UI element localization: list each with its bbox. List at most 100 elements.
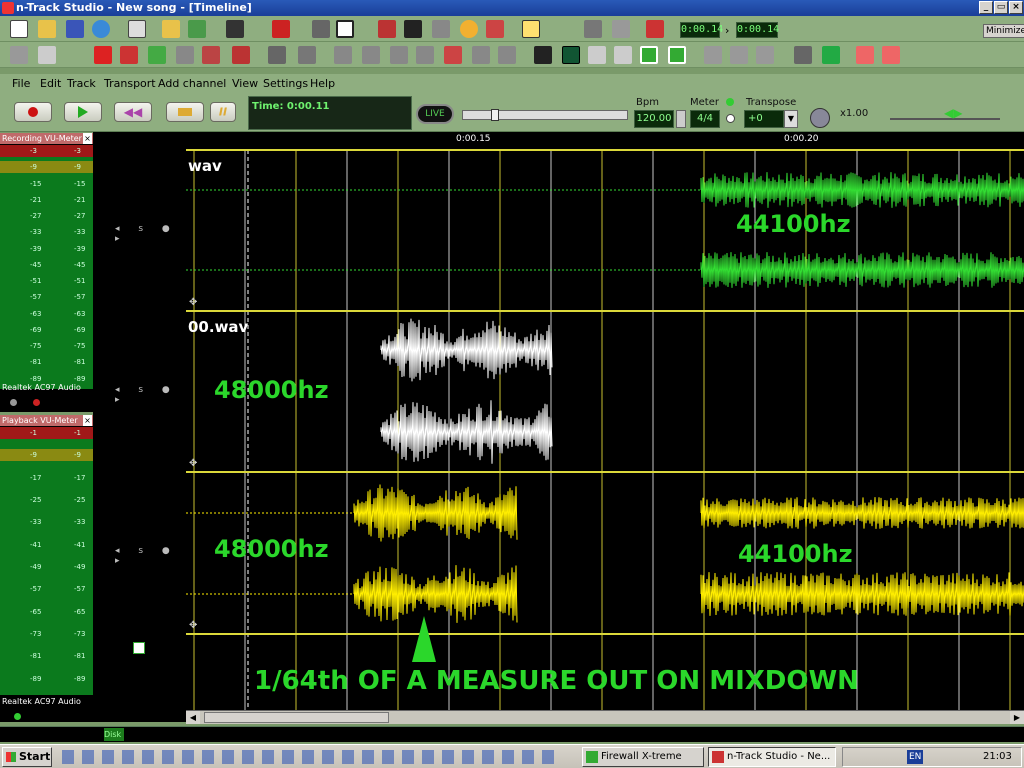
zoom-icon[interactable] <box>612 20 630 38</box>
scroll-left-icon[interactable]: ◀ <box>186 711 200 724</box>
monitor-led-icon[interactable] <box>10 399 17 406</box>
fx-a-icon[interactable] <box>856 46 874 64</box>
horizontal-scrollbar[interactable]: ◀ ▶ <box>186 710 1024 724</box>
speed-knob-icon[interactable] <box>810 108 830 128</box>
stop-button[interactable] <box>166 102 204 122</box>
fade-icon[interactable] <box>232 46 250 64</box>
menu-file[interactable]: File <box>12 74 30 94</box>
zoom-in-icon[interactable] <box>334 46 352 64</box>
save-icon[interactable] <box>66 20 84 38</box>
hand-icon[interactable] <box>794 46 812 64</box>
minimize-toolbar-button[interactable]: Minimize <box>983 24 1024 38</box>
chevron-down-icon[interactable]: ▼ <box>784 110 798 128</box>
help-icon[interactable] <box>522 20 540 38</box>
menu-edit[interactable]: Edit <box>40 74 61 94</box>
erase-icon[interactable] <box>120 46 138 64</box>
timeline-area[interactable]: ✥ ✥ ✥ wav 00.wav 44100hz 48000hz 48000hz 4… <box>186 150 1024 710</box>
cd-icon[interactable] <box>460 20 478 38</box>
meter-radio[interactable] <box>726 114 735 123</box>
minimize-window-button[interactable]: _ <box>979 1 993 14</box>
time-ruler[interactable]: 0:00.15 0:00.20 <box>186 132 1024 150</box>
taskbar-firewall[interactable]: Firewall X-treme <box>582 747 704 767</box>
volume-icon[interactable] <box>226 20 244 38</box>
zoom-out-icon[interactable] <box>362 46 380 64</box>
menu-view[interactable]: View <box>232 74 258 94</box>
close-icon[interactable]: × <box>83 133 92 144</box>
rewind-button[interactable]: ◀◀ <box>114 102 152 122</box>
zoom-v-icon[interactable] <box>416 46 434 64</box>
track-1-controls[interactable]: ◂ s ● ▸ <box>115 224 186 244</box>
selection-start-display[interactable]: 0:00.14 <box>680 22 723 38</box>
taskbar-ntrack[interactable]: n-Track Studio - Ne... <box>708 747 836 767</box>
scroll-right-icon[interactable]: ▶ <box>1010 711 1024 724</box>
table-icon[interactable] <box>822 46 840 64</box>
delete-icon[interactable] <box>94 46 112 64</box>
track-2-controls[interactable]: ◂ s ● ▸ <box>115 385 186 405</box>
layout-b-icon[interactable] <box>614 46 632 64</box>
time-display-icon[interactable] <box>562 46 580 64</box>
pitch-slider-thumb[interactable]: ◀▶ <box>944 106 962 120</box>
start-button[interactable]: Start <box>2 747 52 767</box>
zoom-h-icon[interactable] <box>390 46 408 64</box>
restore-window-button[interactable]: ▭ <box>994 1 1008 14</box>
position-slider-thumb[interactable] <box>491 109 499 121</box>
pause-button[interactable]: II <box>210 102 236 122</box>
close-icon[interactable]: × <box>83 415 92 426</box>
bpm-field[interactable]: 120.00 <box>634 110 674 128</box>
selection-end-display[interactable]: 0:00.14 <box>736 22 779 38</box>
grid-icon[interactable] <box>268 46 286 64</box>
zoom-all-icon[interactable] <box>498 46 516 64</box>
trim-icon[interactable] <box>202 46 220 64</box>
fx-b-icon[interactable] <box>882 46 900 64</box>
layout-a-icon[interactable] <box>588 46 606 64</box>
curve-c-icon[interactable] <box>756 46 774 64</box>
track-3-controls[interactable]: ◂ s ● ▸ <box>115 546 186 566</box>
record-button[interactable] <box>14 102 52 122</box>
copy-icon[interactable] <box>38 46 56 64</box>
export-icon[interactable] <box>188 20 206 38</box>
track-view-a-icon[interactable] <box>640 46 658 64</box>
menu-settings[interactable]: Settings <box>263 74 308 94</box>
piano-roll-icon[interactable] <box>404 20 422 38</box>
meter-field[interactable]: 4/4 <box>690 110 720 128</box>
add-track-icon[interactable] <box>133 642 145 654</box>
import-icon[interactable] <box>162 20 180 38</box>
loop-icon[interactable] <box>584 20 602 38</box>
menu-transport[interactable]: Transport <box>104 74 156 94</box>
playback-led-icon[interactable] <box>14 713 21 720</box>
position-slider[interactable] <box>462 109 628 121</box>
language-indicator[interactable]: EN <box>907 750 924 764</box>
lasso-icon[interactable] <box>298 46 316 64</box>
properties-icon[interactable] <box>128 20 146 38</box>
mixer-icon[interactable] <box>312 20 330 38</box>
new-file-icon[interactable] <box>10 20 28 38</box>
cut-icon[interactable] <box>10 46 28 64</box>
curve-a-icon[interactable] <box>704 46 722 64</box>
ripple-icon[interactable] <box>148 46 166 64</box>
tools-icon[interactable] <box>486 20 504 38</box>
menu-add-channel[interactable]: Add channel <box>158 74 226 94</box>
bpm-spinner[interactable] <box>676 110 686 128</box>
record-arm-icon[interactable] <box>272 20 290 38</box>
scroll-thumb[interactable] <box>204 712 389 723</box>
open-folder-icon[interactable] <box>38 20 56 38</box>
curve-b-icon[interactable] <box>730 46 748 64</box>
menu-track[interactable]: Track <box>67 74 96 94</box>
link-icon[interactable] <box>432 20 450 38</box>
record-led-icon[interactable] <box>33 399 40 406</box>
play-button[interactable] <box>64 102 102 122</box>
transpose-select[interactable]: +0 <box>744 110 784 128</box>
plugin-icon[interactable] <box>378 20 396 38</box>
close-window-button[interactable]: × <box>1009 1 1023 14</box>
snap-icon[interactable] <box>444 46 462 64</box>
vu-scale-label: -63 <box>74 309 86 318</box>
list-icon[interactable] <box>534 46 552 64</box>
split-icon[interactable] <box>176 46 194 64</box>
track-view-b-icon[interactable] <box>668 46 686 64</box>
live-button[interactable]: LIVE <box>416 104 454 124</box>
timeline-view-icon[interactable] <box>336 20 354 38</box>
search-icon[interactable] <box>472 46 490 64</box>
globe-icon[interactable] <box>92 20 110 38</box>
marker-icon[interactable] <box>646 20 664 38</box>
menu-help[interactable]: Help <box>310 74 335 94</box>
